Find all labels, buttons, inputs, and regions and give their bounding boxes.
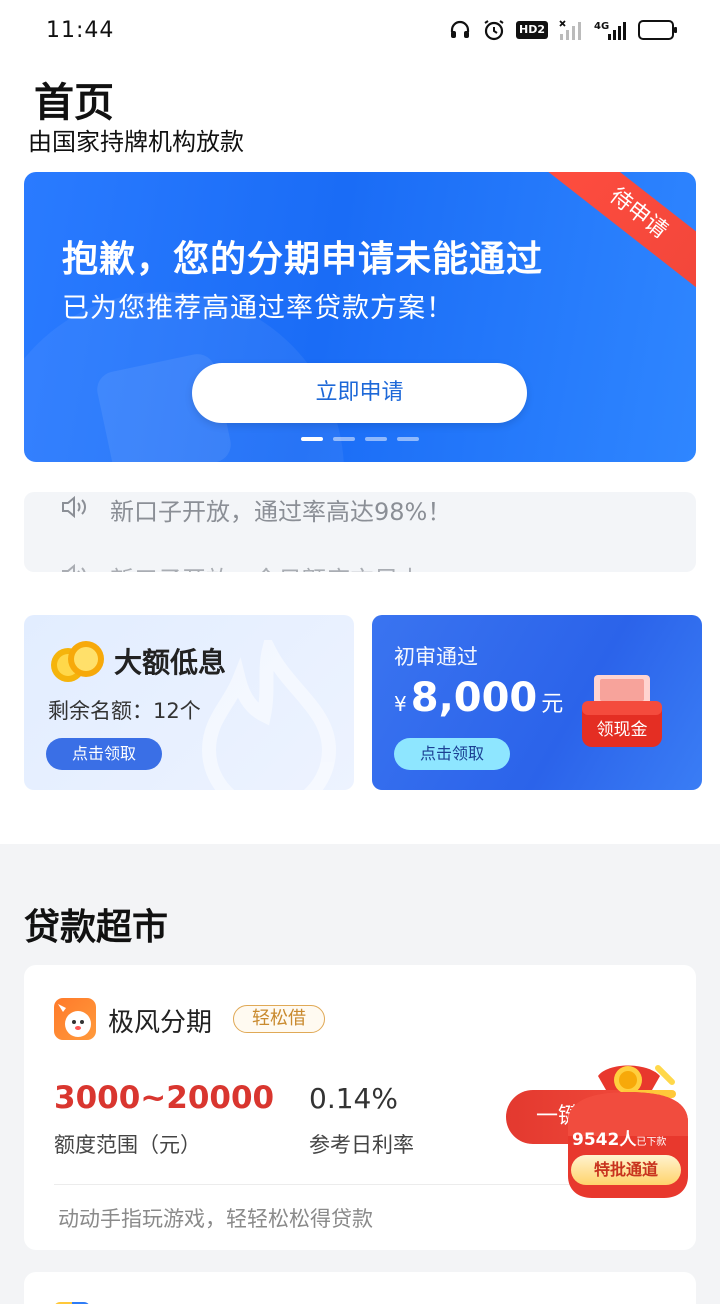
promo-card-approved[interactable]: 初审通过 ¥ 8,000 元 点击领取 领现金 [372, 615, 702, 790]
banner-headline: 抱歉，您的分期申请未能通过 [62, 239, 544, 280]
amount-range: 3000~20000 [54, 1080, 275, 1116]
notice-ticker[interactable]: 新口子开放，通过率高达98%！ 新口子开放，今日额度充足中 [24, 492, 696, 572]
hero-banner[interactable]: 待申请 抱歉，您的分期申请未能通过 已为您推荐高通过率贷款方案！ 立即申请 [24, 172, 696, 462]
claim-button[interactable]: 点击领取 [394, 738, 510, 770]
carousel-dot[interactable] [333, 437, 355, 441]
carousel-dot[interactable] [301, 437, 323, 441]
pending-ribbon: 待申请 [537, 172, 696, 300]
product-name: 极风分期 [108, 1008, 213, 1038]
status-icons: HD2 4G [448, 18, 677, 42]
page-title: 首页 [34, 80, 114, 126]
currency-symbol: ¥ [394, 692, 407, 716]
amount-unit: 元 [541, 692, 564, 717]
speaker-icon [60, 495, 90, 525]
status-time: 11:44 [46, 18, 115, 43]
carousel-dot[interactable] [365, 437, 387, 441]
promo-desc: 剩余名额：12个 [48, 699, 201, 723]
hd-voice-icon: HD2 [516, 18, 548, 42]
loan-product-card[interactable] [24, 1272, 696, 1304]
cash-envelope-icon: 领现金 [582, 675, 662, 747]
daily-rate-label: 参考日利率 [309, 1133, 414, 1157]
notice-item: 新口子开放，通过率高达98%！ [60, 492, 451, 527]
battery-icon [638, 18, 677, 42]
product-logo [54, 998, 96, 1040]
downloaded-count: 9542人已下款 [572, 1130, 667, 1150]
notice-item: 新口子开放，今日额度充足中 [60, 560, 422, 572]
signal-2-icon: 4G [594, 18, 628, 42]
promo-card-low-interest[interactable]: 大额低息 剩余名额：12个 点击领取 [24, 615, 354, 790]
promo-title: 大额低息 [114, 646, 227, 679]
carousel-indicator [301, 437, 419, 441]
promo-title: 初审通过 [394, 645, 478, 669]
section-title: 贷款超市 [24, 907, 169, 948]
page-subtitle: 由国家持牌机构放款 [28, 128, 244, 156]
amount-range-label: 额度范围（元） [54, 1133, 201, 1157]
cash-pack-label: 领现金 [597, 720, 648, 740]
promo-amount: ¥ 8,000 元 [394, 675, 563, 721]
signal-1-icon [558, 18, 584, 42]
floating-fast-track-badge[interactable]: 9542人已下款 特批通道 [558, 1058, 698, 1202]
speaker-icon [60, 563, 90, 572]
notice-text: 新口子开放，今日额度充足中 [110, 560, 422, 572]
status-bar: 11:44 HD2 4G [0, 0, 720, 64]
amount-value: 8,000 [410, 675, 538, 721]
apply-now-button[interactable]: 立即申请 [192, 363, 527, 423]
gold-coins-icon [51, 641, 104, 682]
banner-subline: 已为您推荐高通过率贷款方案！ [62, 293, 454, 324]
carousel-dot[interactable] [397, 437, 419, 441]
product-tag: 轻松借 [233, 1005, 325, 1033]
alarm-icon [482, 18, 506, 42]
fast-track-button[interactable]: 特批通道 [571, 1155, 681, 1185]
headphones-icon [448, 18, 472, 42]
claim-button[interactable]: 点击领取 [46, 738, 162, 770]
svg-text:4G: 4G [594, 21, 609, 32]
product-desc: 动动手指玩游戏，轻轻松松得贷款 [58, 1207, 373, 1231]
notice-text: 新口子开放，通过率高达98%！ [110, 498, 452, 526]
daily-rate: 0.14% [309, 1082, 398, 1115]
